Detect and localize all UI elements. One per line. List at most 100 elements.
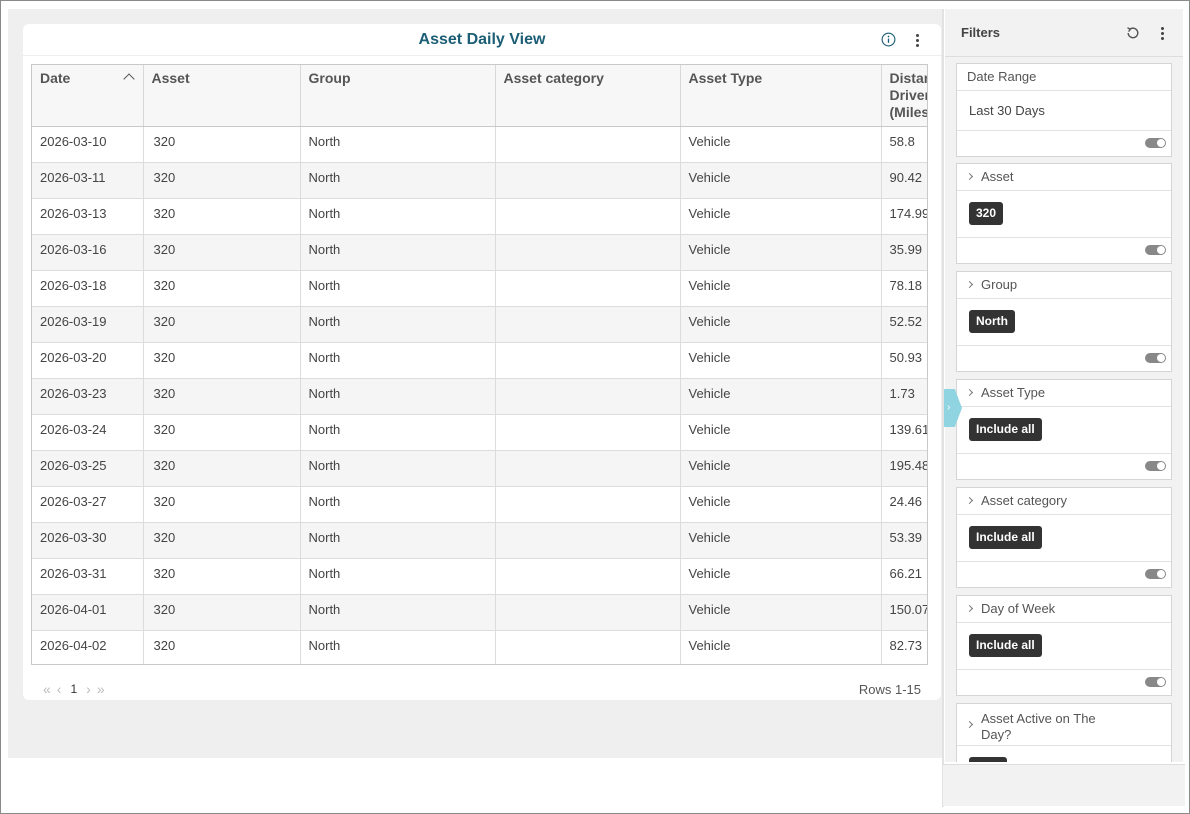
table-cell: 320 bbox=[143, 162, 301, 199]
prev-page-icon[interactable]: ‹ bbox=[57, 681, 62, 697]
table-row[interactable]: 2026-03-31 320 North Vehicle 66.21 bbox=[32, 558, 927, 595]
table-cell: North bbox=[300, 378, 496, 415]
table-cell: Vehicle bbox=[680, 630, 882, 664]
panel-divider bbox=[942, 9, 944, 807]
table-row[interactable]: 2026-03-20 320 North Vehicle 50.93 bbox=[32, 342, 927, 379]
table-cell: North bbox=[300, 558, 496, 595]
filter-label: Date Range bbox=[957, 64, 1171, 91]
table-row[interactable]: 2026-03-10 320 North Vehicle 58.8 bbox=[32, 126, 927, 163]
sort-ascending-icon[interactable] bbox=[122, 73, 135, 85]
table-cell: Vehicle bbox=[680, 270, 882, 307]
filters-header: Filters bbox=[945, 9, 1183, 57]
filter-chip[interactable]: 320 bbox=[969, 202, 1004, 225]
table-row[interactable]: 2026-03-19 320 North Vehicle 52.52 bbox=[32, 306, 927, 343]
table-cell: North bbox=[300, 450, 496, 487]
filter-chip[interactable]: Include all bbox=[969, 526, 1042, 549]
date-range-value[interactable]: Last 30 Days bbox=[957, 91, 1171, 131]
filter-toggle[interactable] bbox=[1145, 353, 1166, 363]
table-row[interactable]: 2026-04-01 320 North Vehicle 150.07 bbox=[32, 594, 927, 631]
table-row[interactable]: 2026-03-18 320 North Vehicle 78.18 bbox=[32, 270, 927, 307]
table-row[interactable]: 2026-03-13 320 North Vehicle 174.99 bbox=[32, 198, 927, 235]
table-row[interactable]: 2026-03-30 320 North Vehicle 53.39 bbox=[32, 522, 927, 559]
filter-header[interactable]: Asset Active on The Day? bbox=[957, 704, 1171, 746]
chevron-right-icon[interactable] bbox=[965, 280, 974, 289]
table-row[interactable]: 2026-03-25 320 North Vehicle 195.48 bbox=[32, 450, 927, 487]
filter-toggle[interactable] bbox=[1145, 138, 1166, 148]
table-cell: 35.99 bbox=[881, 234, 927, 271]
table-cell: 2026-03-31 bbox=[32, 558, 144, 595]
filter-header[interactable]: Day of Week bbox=[957, 596, 1171, 623]
filter-header[interactable]: Asset Type bbox=[957, 380, 1171, 407]
filter-chip[interactable]: Include all bbox=[969, 634, 1042, 657]
table-cell: 2026-03-10 bbox=[32, 126, 144, 163]
chevron-right-icon[interactable] bbox=[965, 496, 974, 505]
table-cell: Vehicle bbox=[680, 486, 882, 523]
info-icon[interactable] bbox=[881, 32, 896, 47]
filters-menu-icon[interactable] bbox=[1155, 25, 1169, 41]
filter-group: Group North bbox=[956, 271, 1172, 372]
table-cell: 82.73 bbox=[881, 630, 927, 664]
filter-header[interactable]: Asset bbox=[957, 164, 1171, 191]
table-cell: Vehicle bbox=[680, 342, 882, 379]
table-cell: North bbox=[300, 486, 496, 523]
table-cell bbox=[495, 486, 681, 523]
table-cell: North bbox=[300, 162, 496, 199]
filter-toggle[interactable] bbox=[1145, 461, 1166, 471]
filter-toggle[interactable] bbox=[1145, 677, 1166, 687]
chevron-right-icon[interactable] bbox=[965, 172, 974, 181]
table-cell: North bbox=[300, 414, 496, 451]
chevron-right-icon[interactable] bbox=[965, 388, 974, 397]
table-cell: 320 bbox=[143, 198, 301, 235]
table-cell: Vehicle bbox=[680, 306, 882, 343]
column-header-date[interactable]: Date bbox=[32, 65, 144, 127]
reset-filters-icon[interactable] bbox=[1125, 25, 1141, 41]
table-cell: Vehicle bbox=[680, 558, 882, 595]
next-page-icon[interactable]: › bbox=[86, 681, 91, 697]
table-cell: 2026-03-25 bbox=[32, 450, 144, 487]
column-header-asset[interactable]: Asset bbox=[143, 65, 301, 127]
filter-chip[interactable] bbox=[969, 757, 1007, 762]
table-cell: 78.18 bbox=[881, 270, 927, 307]
column-header-distance-driven[interactable]: Distan Driven (Miles bbox=[881, 65, 927, 127]
table-row[interactable]: 2026-03-23 320 North Vehicle 1.73 bbox=[32, 378, 927, 415]
filter-toggle[interactable] bbox=[1145, 245, 1166, 255]
table-cell: 320 bbox=[143, 486, 301, 523]
chevron-right-icon[interactable] bbox=[965, 720, 974, 729]
table-cell: 66.21 bbox=[881, 558, 927, 595]
table-cell: 53.39 bbox=[881, 522, 927, 559]
chevron-right-icon[interactable] bbox=[965, 604, 974, 613]
table-cell: Vehicle bbox=[680, 234, 882, 271]
table-cell: Vehicle bbox=[680, 378, 882, 415]
column-header-asset-type[interactable]: Asset Type bbox=[680, 65, 882, 127]
table-cell bbox=[495, 630, 681, 664]
table-cell bbox=[495, 450, 681, 487]
last-page-icon[interactable]: » bbox=[97, 681, 105, 697]
table-row[interactable]: 2026-03-27 320 North Vehicle 24.46 bbox=[32, 486, 927, 523]
table-cell: 320 bbox=[143, 558, 301, 595]
table-cell: 320 bbox=[143, 378, 301, 415]
app-frame: Asset Daily View Date Asset Group Asset … bbox=[0, 0, 1190, 814]
first-page-icon[interactable]: « bbox=[43, 681, 51, 697]
filter-asset: Asset 320 bbox=[956, 163, 1172, 264]
filter-header[interactable]: Asset category bbox=[957, 488, 1171, 515]
table-cell: 174.99 bbox=[881, 198, 927, 235]
report-menu-icon[interactable] bbox=[910, 32, 924, 48]
column-header-asset-category[interactable]: Asset category bbox=[495, 65, 681, 127]
filter-header[interactable]: Group bbox=[957, 272, 1171, 299]
column-header-group[interactable]: Group bbox=[300, 65, 496, 127]
filter-label: Asset bbox=[981, 169, 1014, 184]
table-cell: North bbox=[300, 270, 496, 307]
filter-chip[interactable]: North bbox=[969, 310, 1015, 333]
table-cell bbox=[495, 198, 681, 235]
table-cell bbox=[495, 306, 681, 343]
table-row[interactable]: 2026-03-16 320 North Vehicle 35.99 bbox=[32, 234, 927, 271]
table-row[interactable]: 2026-03-24 320 North Vehicle 139.61 bbox=[32, 414, 927, 451]
filters-footer bbox=[943, 764, 1185, 806]
filter-toggle[interactable] bbox=[1145, 569, 1166, 579]
table-row[interactable]: 2026-04-02 320 North Vehicle 82.73 bbox=[32, 630, 927, 664]
table-cell bbox=[495, 234, 681, 271]
filter-label: Day of Week bbox=[981, 601, 1056, 616]
table-row[interactable]: 2026-03-11 320 North Vehicle 90.42 bbox=[32, 162, 927, 199]
filter-chip[interactable]: Include all bbox=[969, 418, 1042, 441]
current-page[interactable]: 1 bbox=[70, 682, 77, 696]
